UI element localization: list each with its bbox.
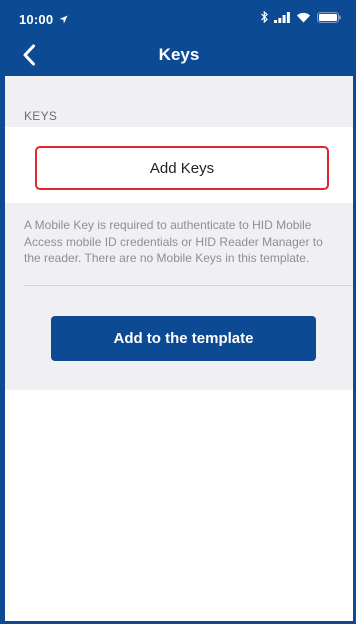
status-icons <box>261 11 341 23</box>
battery-icon <box>317 11 341 23</box>
empty-area <box>5 390 353 621</box>
section-header: KEYS <box>24 109 58 123</box>
add-keys-button[interactable]: Add Keys <box>35 146 329 190</box>
mobile-key-info-text: A Mobile Key is required to authenticate… <box>24 218 323 265</box>
status-time: 10:00 <box>19 12 68 27</box>
bluetooth-icon <box>261 11 268 23</box>
section-divider <box>24 285 353 286</box>
app-screen: 10:00 Keys KEYS Add Keys A Mobile Key is… <box>0 0 356 624</box>
location-arrow-icon <box>59 15 68 24</box>
navigation-bar: Keys <box>5 34 353 76</box>
add-to-template-button[interactable]: Add to the template <box>51 316 316 361</box>
wifi-icon <box>296 12 311 23</box>
status-bar: 10:00 <box>5 0 353 34</box>
keys-content: KEYS Add Keys A Mobile Key is required t… <box>5 76 353 390</box>
cellular-signal-icon <box>274 11 290 23</box>
page-title: Keys <box>158 45 200 64</box>
